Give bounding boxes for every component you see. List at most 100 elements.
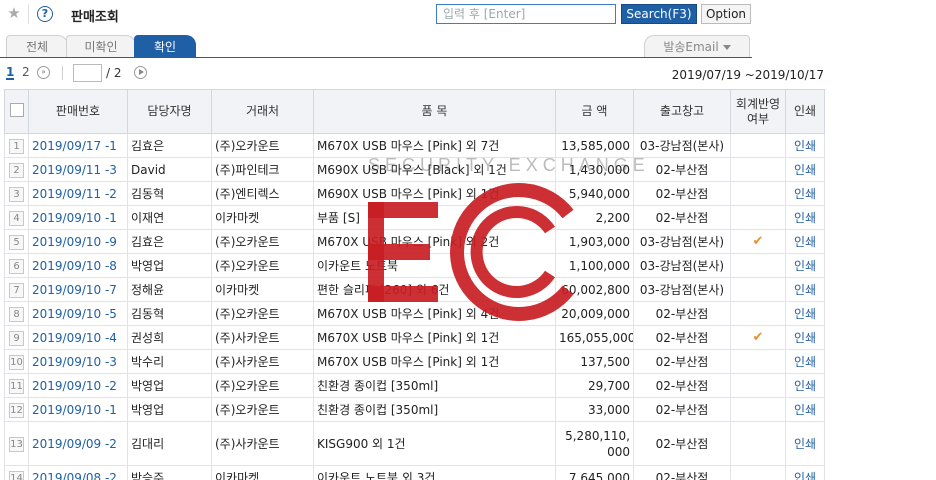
row-number: 3 [4, 181, 29, 206]
table-row[interactable]: 11 2019/09/10 -2 박영업 (주)오카운트 친환경 종이컵 [350ml]… [4, 373, 825, 398]
row-number-label[interactable]: 14 [9, 470, 24, 480]
print-link[interactable]: 인쇄 [785, 229, 825, 254]
select-all-checkbox[interactable] [9, 102, 24, 117]
sale-number-link[interactable]: 2019/09/10 -4 [28, 325, 128, 350]
column-header[interactable]: 회계반영 여부 [730, 89, 786, 134]
amount-cell: 33,000 [555, 397, 634, 422]
table-row[interactable]: 14 2019/09/08 -2 박승주 이카마켓 이카운트 노트북 외 3건 7,645… [4, 465, 825, 480]
sale-number-link[interactable]: 2019/09/10 -1 [28, 205, 128, 230]
warehouse-cell: 02-부산점 [633, 301, 731, 326]
sale-number-link[interactable]: 2019/09/10 -5 [28, 301, 128, 326]
print-link[interactable]: 인쇄 [785, 397, 825, 422]
accounting-check-icon [730, 133, 786, 158]
row-number: 1 [4, 133, 29, 158]
print-link[interactable]: 인쇄 [785, 373, 825, 398]
print-link[interactable]: 인쇄 [785, 465, 825, 480]
amount-cell: 1,100,000 [555, 253, 634, 278]
sale-number-link[interactable]: 2019/09/09 -2 [28, 421, 128, 466]
accounting-check-icon [730, 465, 786, 480]
print-link[interactable]: 인쇄 [785, 301, 825, 326]
column-header[interactable]: 인쇄 [785, 89, 825, 134]
column-header[interactable]: 출고창고 [633, 89, 731, 134]
tab-confirmed[interactable]: 확인 [134, 35, 196, 58]
print-link[interactable]: 인쇄 [785, 205, 825, 230]
go-page-icon[interactable] [134, 66, 147, 79]
column-header[interactable]: 거래처 [211, 89, 314, 134]
page-link-2[interactable]: 2 [22, 66, 30, 78]
row-number-label[interactable]: 1 [9, 138, 24, 154]
table-row[interactable]: 12 2019/09/10 -1 박영업 (주)오카운트 친환경 종이컵 [350ml]… [4, 397, 825, 422]
client-cell: (주)엔티렉스 [211, 181, 314, 206]
row-number-label[interactable]: 11 [9, 378, 24, 394]
next-pages-icon[interactable]: » [37, 66, 50, 79]
column-header[interactable]: 금 액 [555, 89, 634, 134]
table-body: 1 2019/09/17 -1 김효은 (주)오카운트 M670X USB 마우스 [P… [4, 133, 825, 480]
send-email-label: 발송Email [663, 40, 719, 54]
divider [28, 4, 29, 24]
print-link[interactable]: 인쇄 [785, 421, 825, 466]
row-number-label[interactable]: 3 [9, 186, 24, 202]
print-link[interactable]: 인쇄 [785, 181, 825, 206]
table-row[interactable]: 9 2019/09/10 -4 권성희 (주)사카운트 M670X USB 마우스 [P… [4, 325, 825, 350]
table-row[interactable]: 7 2019/09/10 -7 정해윤 이카마켓 편한 슬리퍼 [260] 외 6건 60… [4, 277, 825, 302]
print-link[interactable]: 인쇄 [785, 157, 825, 182]
row-number-label[interactable]: 5 [9, 234, 24, 250]
table-header-row: 판매번호 담당자명 거래처 품 목 금 액 출고창고 회계반영 여부 인쇄 [4, 89, 825, 134]
client-cell: 이카마켓 [211, 277, 314, 302]
table-row[interactable]: 4 2019/09/10 -1 이재연 이카마켓 부품 [S] 2,200 02-부산점 인쇄 [4, 205, 825, 230]
manager-cell: 김효은 [127, 229, 212, 254]
sale-number-link[interactable]: 2019/09/10 -8 [28, 253, 128, 278]
sale-number-link[interactable]: 2019/09/17 -1 [28, 133, 128, 158]
tab-all[interactable]: 전체 [6, 35, 68, 58]
row-number-label[interactable]: 7 [9, 282, 24, 298]
print-link[interactable]: 인쇄 [785, 133, 825, 158]
row-number: 7 [4, 277, 29, 302]
page-title: 판매조회 [71, 10, 119, 25]
column-header[interactable]: 담당자명 [127, 89, 212, 134]
favorite-star-icon[interactable]: ★ [6, 5, 22, 21]
sale-number-link[interactable]: 2019/09/10 -9 [28, 229, 128, 254]
row-number-label[interactable]: 12 [9, 402, 24, 418]
page-number-input[interactable] [73, 64, 102, 82]
table-row[interactable]: 6 2019/09/10 -8 박영업 (주)오카운트 이카운트 노트북 1,100,00… [4, 253, 825, 278]
warehouse-cell: 02-부산점 [633, 421, 731, 466]
help-icon[interactable]: ? [37, 6, 53, 22]
page-link-1[interactable]: 1 [6, 66, 15, 80]
sale-number-link[interactable]: 2019/09/11 -3 [28, 157, 128, 182]
sale-number-link[interactable]: 2019/09/08 -2 [28, 465, 128, 480]
column-header[interactable]: 품 목 [313, 89, 556, 134]
column-header[interactable]: 판매번호 [28, 89, 128, 134]
table-row[interactable]: 3 2019/09/11 -2 김동혁 (주)엔티렉스 M690X USB 마우스 [P… [4, 181, 825, 206]
row-number-label[interactable]: 9 [9, 330, 24, 346]
warehouse-cell: 02-부산점 [633, 373, 731, 398]
sale-number-link[interactable]: 2019/09/10 -7 [28, 277, 128, 302]
row-number-label[interactable]: 13 [9, 436, 24, 452]
client-cell: (주)오카운트 [211, 373, 314, 398]
send-email-dropdown[interactable]: 발송Email [644, 35, 750, 58]
sale-number-link[interactable]: 2019/09/11 -2 [28, 181, 128, 206]
row-number-label[interactable]: 4 [9, 210, 24, 226]
search-button[interactable]: Search(F3) [621, 4, 697, 24]
table-row[interactable]: 13 2019/09/09 -2 김대리 (주)사카운트 KISG900 외 1건 5,2… [4, 421, 825, 466]
table-row[interactable]: 1 2019/09/17 -1 김효은 (주)오카운트 M670X USB 마우스 [P… [4, 133, 825, 158]
row-number: 13 [4, 421, 29, 466]
sale-number-link[interactable]: 2019/09/10 -2 [28, 373, 128, 398]
print-link[interactable]: 인쇄 [785, 349, 825, 374]
print-link[interactable]: 인쇄 [785, 277, 825, 302]
row-number-label[interactable]: 8 [9, 306, 24, 322]
table-row[interactable]: 10 2019/09/10 -3 박수리 (주)사카운트 M670X USB 마우스 [… [4, 349, 825, 374]
search-input[interactable] [436, 4, 616, 24]
item-cell: M670X USB 마우스 [Pink] 외 4건 [313, 301, 556, 326]
print-link[interactable]: 인쇄 [785, 253, 825, 278]
row-number-label[interactable]: 10 [9, 354, 24, 370]
table-row[interactable]: 8 2019/09/10 -5 김동혁 (주)오카운트 M670X USB 마우스 [P… [4, 301, 825, 326]
sale-number-link[interactable]: 2019/09/10 -1 [28, 397, 128, 422]
row-number-label[interactable]: 2 [9, 162, 24, 178]
option-button[interactable]: Option [701, 4, 751, 24]
select-all-header[interactable] [4, 89, 29, 134]
print-link[interactable]: 인쇄 [785, 325, 825, 350]
tab-unconfirmed[interactable]: 미확인 [66, 35, 136, 58]
row-number-label[interactable]: 6 [9, 258, 24, 274]
table-row[interactable]: 5 2019/09/10 -9 김효은 (주)오카운트 M670X USB 마우스 [P… [4, 229, 825, 254]
sale-number-link[interactable]: 2019/09/10 -3 [28, 349, 128, 374]
